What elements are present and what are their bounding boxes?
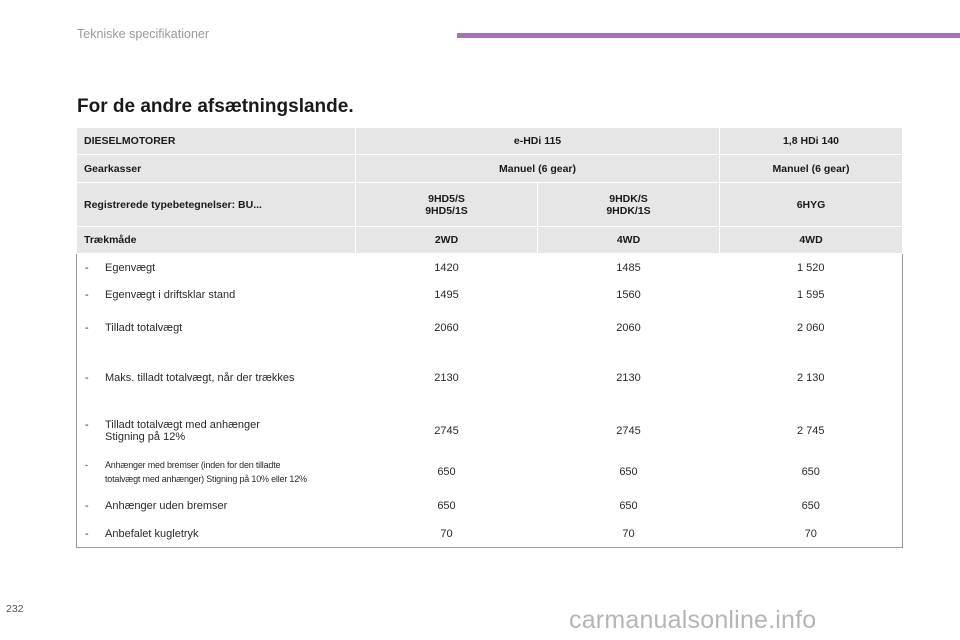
table-row-drive: Trækmåde 2WD 4WD 4WD xyxy=(76,226,903,254)
type-code: 9HD5/S xyxy=(428,192,465,205)
type-code-cell: 6HYG xyxy=(719,182,903,227)
type-code: 9HD5/1S xyxy=(425,204,468,217)
table-row: - Anbefalet kugletryk 70 70 70 xyxy=(76,520,903,548)
table-cell: 2130 xyxy=(616,371,641,384)
list-dash: - xyxy=(85,499,89,512)
engine-e-hdi-115: e-HDi 115 xyxy=(355,127,720,155)
row-label: Gearkasser xyxy=(76,154,356,183)
type-code-cell: 9HDK/S 9HDK/1S xyxy=(537,182,720,227)
table-row: - Egenvægt i driftsklar stand 1495 1560 1… xyxy=(77,282,903,309)
list-dash: - xyxy=(85,289,89,301)
row-label: - Anhænger uden bremser xyxy=(77,491,356,521)
table-cell: 2060 xyxy=(616,321,641,334)
table-cell: 1495 xyxy=(434,289,459,301)
table-row-gearbox: Gearkasser Manuel (6 gear) Manuel (6 gea… xyxy=(76,154,903,183)
running-header: Tekniske specifikationer xyxy=(77,27,210,41)
watermark: carmanualsonline.info xyxy=(569,606,817,634)
drive-value: 2WD xyxy=(355,226,538,254)
table-cell: 70 xyxy=(537,520,720,548)
table-cell: 2060 xyxy=(434,321,459,334)
row-label: - Anhænger med bremser (inden for den ti… xyxy=(77,453,356,491)
table-cell: 2 745 xyxy=(796,424,825,437)
table-row: - Tilladt totalvægt med anhænger Stignin… xyxy=(77,409,903,453)
row-label-text: Maks. tilladt totalvægt, når der trækkes xyxy=(105,371,295,384)
header-accent-bar xyxy=(457,33,960,38)
table-cell: 1420 xyxy=(434,261,459,274)
list-dash: - xyxy=(85,321,89,334)
list-dash: - xyxy=(85,459,88,470)
type-code: 9HDK/1S xyxy=(606,204,651,217)
table-row-type-codes: Registrerede typebetegnelser: BU... 9HD5… xyxy=(76,182,903,227)
table-cell: 2745 xyxy=(434,424,459,437)
row-label-text: Anbefalet kugletryk xyxy=(105,527,199,540)
row-label-text: Anhænger med bremser (inden for den till… xyxy=(105,458,307,486)
table-cell: 2130 xyxy=(434,371,459,384)
table-cell: 650 xyxy=(801,499,820,512)
row-label: - Tilladt totalvægt med anhænger Stignin… xyxy=(77,409,356,453)
type-code: 9HDK/S xyxy=(609,192,648,205)
list-dash: - xyxy=(85,527,89,540)
row-label-text: Tilladt totalvægt xyxy=(105,321,183,334)
table-row: - Egenvægt 1420 1485 1 520 xyxy=(77,254,903,282)
type-code-cell: 9HD5/S 9HD5/1S xyxy=(355,182,538,227)
table-cell: 1 595 xyxy=(796,289,825,301)
row-label: - Tilladt totalvægt xyxy=(77,309,356,347)
table-row: - Anhænger med bremser (inden for den ti… xyxy=(77,453,903,491)
label-line: Tilladt totalvægt med anhænger xyxy=(105,418,260,431)
table-row: - Tilladt totalvægt 2060 2060 2 060 xyxy=(77,309,903,347)
row-label: - Anbefalet kugletryk xyxy=(76,520,356,548)
row-label-text: Anhænger uden bremser xyxy=(105,499,228,512)
table-cell: 70 xyxy=(719,520,903,548)
drive-value: 4WD xyxy=(537,226,720,254)
row-label-text: Egenvægt i driftsklar stand xyxy=(105,289,236,301)
table-cell: 1485 xyxy=(616,261,641,274)
table-cell: 650 xyxy=(437,499,456,512)
table-cell: 2745 xyxy=(616,424,641,437)
drive-value: 4WD xyxy=(719,226,903,254)
table-row: - Maks. tilladt totalvægt, når der trække… xyxy=(77,347,903,409)
label-line: Anhænger med bremser (inden for den till… xyxy=(105,459,281,470)
list-dash: - xyxy=(85,371,89,384)
type-code: 6HYG xyxy=(796,198,826,211)
label-line: Stigning på 12% xyxy=(105,430,186,443)
row-label: - Egenvægt xyxy=(77,254,356,282)
table-cell: 2 130 xyxy=(796,371,825,384)
row-label: - Egenvægt i driftsklar stand xyxy=(77,282,356,309)
gearbox-value: Manuel (6 gear) xyxy=(355,154,720,183)
table-cell: 2 060 xyxy=(796,321,825,334)
list-dash: - xyxy=(85,418,89,431)
gearbox-value: Manuel (6 gear) xyxy=(719,154,903,183)
table-cell: 650 xyxy=(619,499,638,512)
page-number: 232 xyxy=(6,603,24,615)
table-row-engine: DIESELMOTORER e-HDi 115 1,8 HDi 140 xyxy=(76,127,903,155)
row-label: - Maks. tilladt totalvægt, når der trække… xyxy=(77,347,356,409)
row-label-text: Tilladt totalvægt med anhænger Stigning … xyxy=(105,419,260,443)
row-label: Registrerede typebetegnelser: BU... xyxy=(76,182,356,227)
table-row: - Anhænger uden bremser 650 650 650 xyxy=(77,491,903,521)
table-cell: 650 xyxy=(437,465,456,478)
label-line: totalvægt med anhænger) Stigning på 10% … xyxy=(105,473,307,484)
table-cell: 650 xyxy=(801,465,820,478)
table-cell: 1 520 xyxy=(796,261,825,274)
section-title: For de andre afsætningslande. xyxy=(77,96,354,117)
engine-hdi-140: 1,8 HDi 140 xyxy=(719,127,903,155)
spec-table: DIESELMOTORER e-HDi 115 1,8 HDi 140 Gear… xyxy=(76,127,903,548)
row-label: Trækmåde xyxy=(76,226,356,254)
row-label-text: Egenvægt xyxy=(105,261,156,274)
table-cell: 1560 xyxy=(616,289,641,301)
table-cell: 650 xyxy=(619,465,638,478)
row-label: DIESELMOTORER xyxy=(76,127,356,155)
table-cell: 70 xyxy=(355,520,538,548)
list-dash: - xyxy=(85,261,89,274)
